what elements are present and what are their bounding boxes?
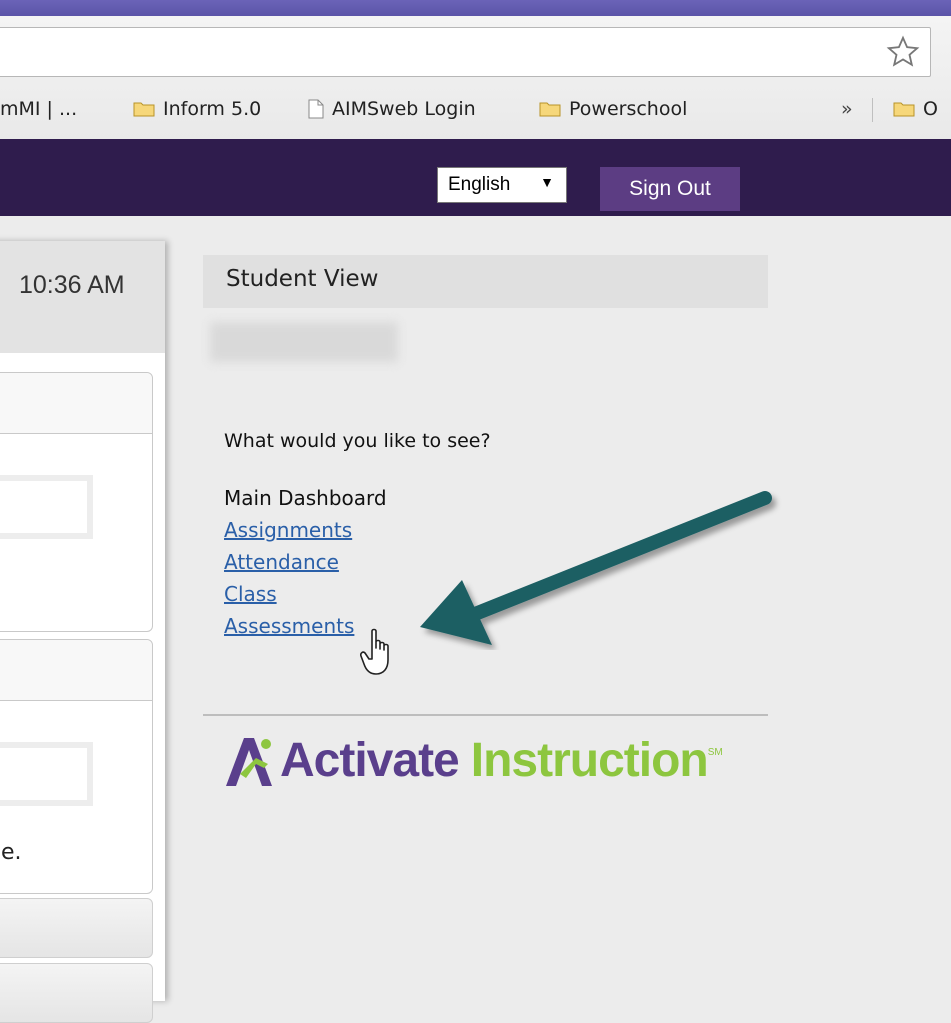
folder-icon <box>893 102 915 117</box>
language-value: English <box>448 174 511 195</box>
bookmark-item[interactable]: mMI | ... <box>0 96 77 122</box>
folder-icon <box>539 102 561 117</box>
time-bar: 10:36 AM <box>0 241 165 353</box>
left-panel: 10:36 AM e. <box>0 241 165 1023</box>
card-header <box>0 640 152 701</box>
panel-card <box>0 372 153 632</box>
bookmark-star-icon[interactable] <box>886 35 920 69</box>
folder-icon <box>133 102 155 117</box>
bookmark-label: Inform 5.0 <box>163 98 262 120</box>
card-header <box>0 373 152 434</box>
language-select[interactable]: English ▼ <box>437 167 567 203</box>
menu-link-class[interactable]: Class <box>224 578 387 610</box>
bookmarks-separator <box>872 98 873 122</box>
menu-link-attendance[interactable]: Attendance <box>224 546 387 578</box>
bookmark-label: mMI | ... <box>0 98 78 120</box>
panel-bar[interactable] <box>0 898 153 958</box>
card-input-box[interactable] <box>0 742 93 806</box>
card-text-fragment: e. <box>1 840 22 865</box>
sign-out-button[interactable]: Sign Out <box>600 167 740 211</box>
student-view-header: Student View <box>203 255 768 308</box>
menu-item-main-dashboard: Main Dashboard <box>224 486 387 510</box>
browser-title-strip <box>0 0 951 16</box>
dropdown-arrow-icon: ▼ <box>540 174 554 190</box>
card-input-box[interactable] <box>0 475 93 539</box>
bookmark-label: O <box>923 98 938 120</box>
blurred-student-name <box>210 322 398 362</box>
bookmarks-overflow-button[interactable]: » <box>841 98 853 120</box>
address-bar[interactable] <box>0 27 931 77</box>
current-time: 10:36 AM <box>19 271 125 299</box>
hand-cursor-icon <box>360 628 389 675</box>
menu-link-assignments[interactable]: Assignments <box>224 514 387 546</box>
bookmark-item[interactable]: Powerschool <box>539 96 687 122</box>
logo-mark-icon <box>226 737 272 786</box>
browser-toolbar: mMI | ... Inform 5.0 AIMSweb Login Power… <box>0 16 951 140</box>
page-title: Student View <box>226 266 379 292</box>
view-prompt: What would you like to see? <box>224 430 491 452</box>
view-menu: Main Dashboard Assignments Attendance Cl… <box>224 482 387 642</box>
bookmarks-bar: mMI | ... Inform 5.0 AIMSweb Login Power… <box>0 88 951 128</box>
site-header: English ▼ Sign Out <box>0 139 951 216</box>
bookmark-label: Powerschool <box>569 98 688 120</box>
section-divider <box>203 714 768 716</box>
logo-word-instruction: Instruction <box>470 734 709 787</box>
panel-bar[interactable] <box>0 963 153 1023</box>
logo-service-mark: SM <box>707 747 723 758</box>
panel-card: e. <box>0 639 153 894</box>
activate-instruction-logo: Activate Instruction SM <box>222 733 723 788</box>
bookmark-label: AIMSweb Login <box>332 98 476 120</box>
callout-arrow-icon <box>420 491 772 645</box>
bookmark-item[interactable]: O <box>893 96 938 122</box>
bookmark-item[interactable]: AIMSweb Login <box>308 96 476 122</box>
bookmark-item[interactable]: Inform 5.0 <box>133 96 261 122</box>
page-icon <box>308 99 324 119</box>
logo-word-activate: Activate <box>280 734 460 787</box>
